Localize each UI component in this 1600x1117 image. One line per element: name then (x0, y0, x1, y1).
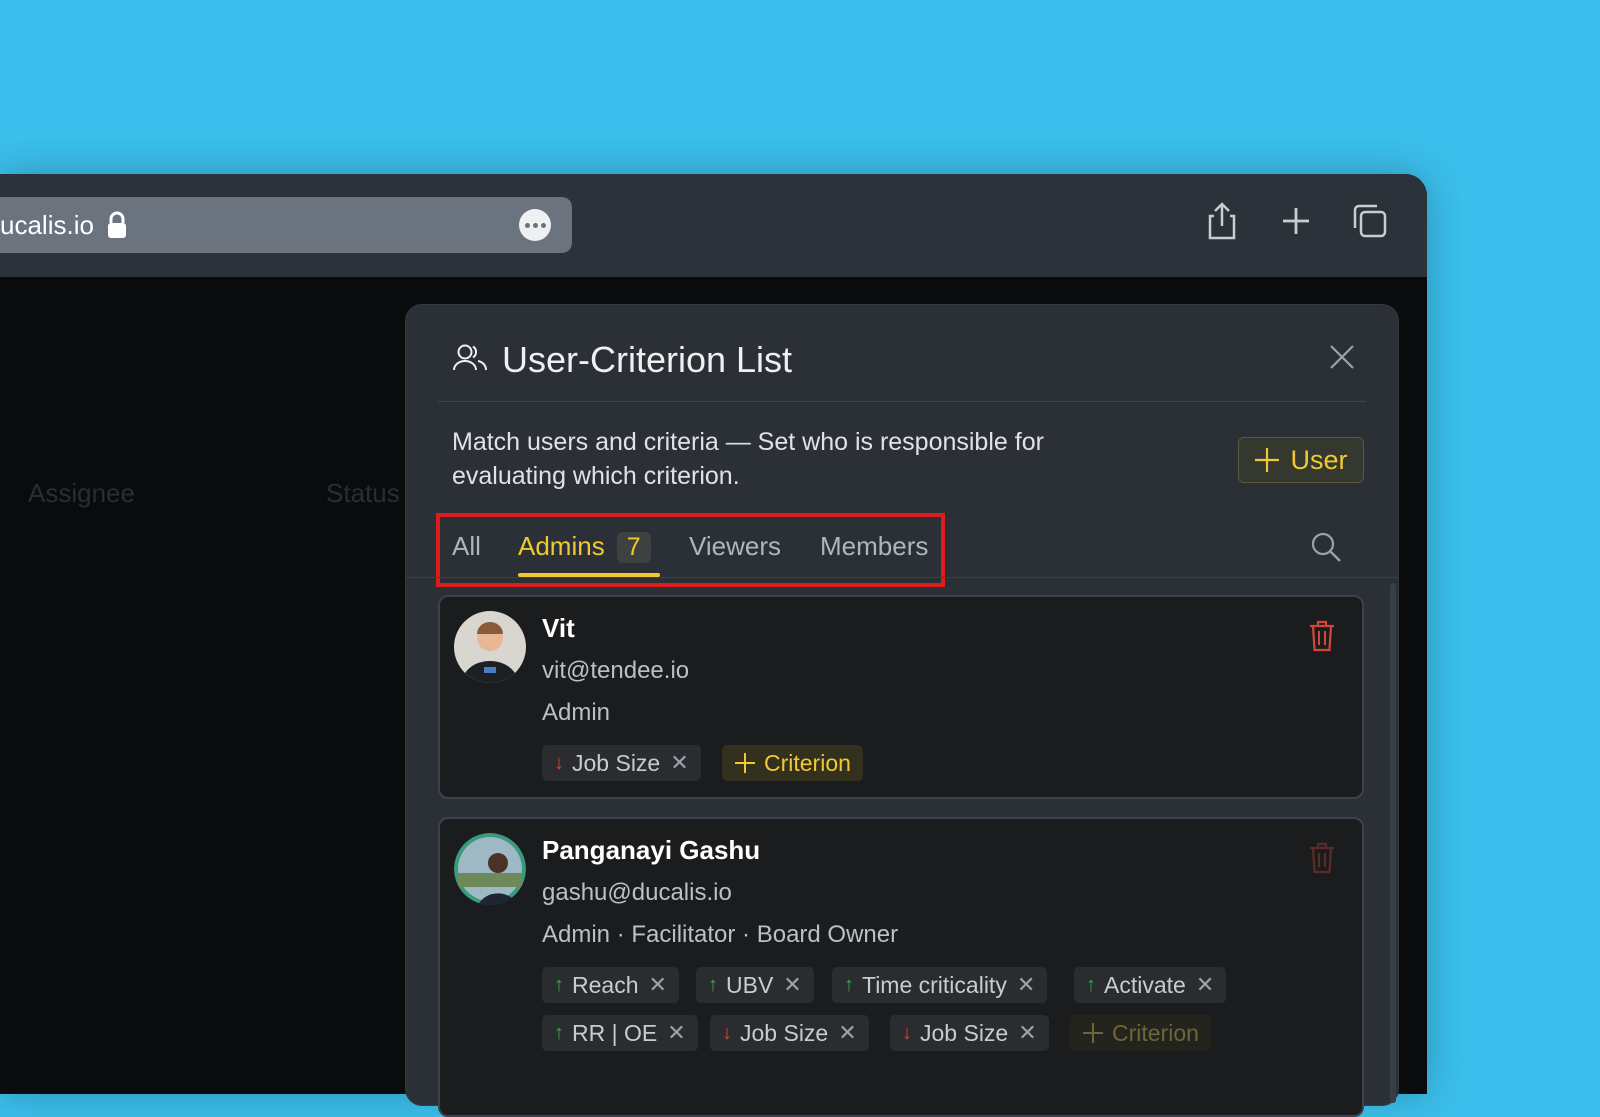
tab-admins-count: 7 (616, 532, 651, 563)
remove-icon[interactable]: ✕ (1018, 1020, 1036, 1046)
remove-icon[interactable]: ✕ (648, 972, 666, 998)
column-header-assignee: Assignee (28, 478, 135, 508)
user-email: vit@tendee.io (542, 657, 690, 684)
add-criterion-label: Criterion (764, 749, 851, 776)
user-email: gashu@ducalis.io (542, 879, 732, 906)
criterion-chip[interactable]: ↑ Reach ✕ (542, 967, 679, 1003)
user-card: Vit vit@tendee.io Admin ↓ Job Size ✕ Cri… (438, 595, 1364, 799)
user-role: Admin · Facilitator · Board Owner (542, 921, 899, 948)
user-name: Panganayi Gashu (542, 835, 761, 865)
tab-admins[interactable]: Admins 7 (518, 531, 651, 563)
arrow-down-icon: ↓ (554, 751, 564, 774)
tabs-divider (406, 577, 1398, 578)
share-icon[interactable] (1202, 200, 1242, 242)
arrow-up-icon: ↑ (554, 1021, 564, 1044)
criterion-label: Activate (1104, 971, 1186, 998)
plus-icon (1083, 1023, 1103, 1043)
trash-icon[interactable] (1308, 619, 1336, 653)
criterion-label: Reach (572, 971, 639, 998)
arrow-down-icon: ↓ (902, 1021, 912, 1044)
add-user-label: User (1290, 444, 1348, 475)
trash-icon[interactable] (1308, 841, 1336, 875)
criterion-chip[interactable]: ↓ Job Size ✕ (710, 1015, 869, 1051)
url-text[interactable]: ucalis.io (0, 210, 94, 241)
avatar (454, 833, 526, 905)
criterion-chip[interactable]: ↑ Activate ✕ (1074, 967, 1227, 1003)
tabs-icon[interactable] (1350, 200, 1390, 242)
modal-title: User-Criterion List (502, 339, 793, 380)
column-header-status: Status (326, 478, 400, 508)
criterion-chip[interactable]: ↑ Time criticality ✕ (832, 967, 1048, 1003)
arrow-up-icon: ↑ (708, 973, 718, 996)
user-name: Vit (542, 613, 575, 643)
lock-icon (108, 211, 126, 238)
modal-header: User-Criterion List (438, 331, 1366, 402)
user-role: Admin (542, 699, 611, 726)
arrow-up-icon: ↑ (1086, 973, 1096, 996)
criterion-label: Job Size (920, 1019, 1009, 1046)
add-criterion-button[interactable]: Criterion (722, 745, 863, 781)
user-card: Panganayi Gashu gashu@ducalis.io Admin ·… (438, 817, 1364, 1117)
modal-description: Match users and criteria — Set who is re… (452, 428, 1044, 490)
avatar (454, 611, 526, 683)
remove-icon[interactable]: ✕ (1196, 972, 1214, 998)
tab-viewers[interactable]: Viewers (689, 531, 781, 562)
plus-icon[interactable] (1276, 200, 1316, 242)
browser-toolbar: ucalis.io (0, 174, 1427, 277)
criterion-chip[interactable]: ↓ Job Size ✕ (890, 1015, 1049, 1051)
address-bar[interactable]: ucalis.io (0, 197, 572, 253)
close-icon[interactable] (1328, 343, 1356, 371)
add-criterion-label: Criterion (1112, 1019, 1199, 1046)
tab-members[interactable]: Members (820, 531, 928, 562)
add-user-button[interactable]: User (1238, 437, 1364, 483)
criterion-chip[interactable]: ↑ UBV ✕ (696, 967, 814, 1003)
arrow-up-icon: ↑ (554, 973, 564, 996)
remove-icon[interactable]: ✕ (670, 750, 688, 776)
criterion-label: Job Size (740, 1019, 829, 1046)
add-criterion-button[interactable]: Criterion (1070, 1015, 1211, 1051)
criterion-label: RR | OE (572, 1019, 658, 1046)
arrow-down-icon: ↓ (722, 1021, 732, 1044)
more-icon[interactable] (519, 209, 551, 241)
remove-icon[interactable]: ✕ (838, 1020, 856, 1046)
remove-icon[interactable]: ✕ (1017, 972, 1035, 998)
plus-icon (735, 753, 755, 773)
remove-icon[interactable]: ✕ (667, 1020, 685, 1046)
tab-all[interactable]: All (452, 531, 481, 562)
plus-icon (1255, 448, 1280, 472)
scrollbar[interactable] (1390, 583, 1396, 1103)
users-icon (453, 344, 488, 371)
search-icon[interactable] (1310, 531, 1342, 563)
criterion-label: Time criticality (862, 971, 1007, 998)
criterion-chip[interactable]: ↓ Job Size ✕ (542, 745, 701, 781)
remove-icon[interactable]: ✕ (783, 972, 801, 998)
criterion-chip[interactable]: ↑ RR | OE ✕ (542, 1015, 698, 1051)
tab-admins-label: Admins (518, 531, 605, 561)
criterion-label: UBV (726, 971, 774, 998)
criterion-label: Job Size (572, 749, 661, 776)
user-criterion-modal: User-Criterion List Match users and crit… (406, 305, 1398, 1117)
arrow-up-icon: ↑ (844, 973, 854, 996)
